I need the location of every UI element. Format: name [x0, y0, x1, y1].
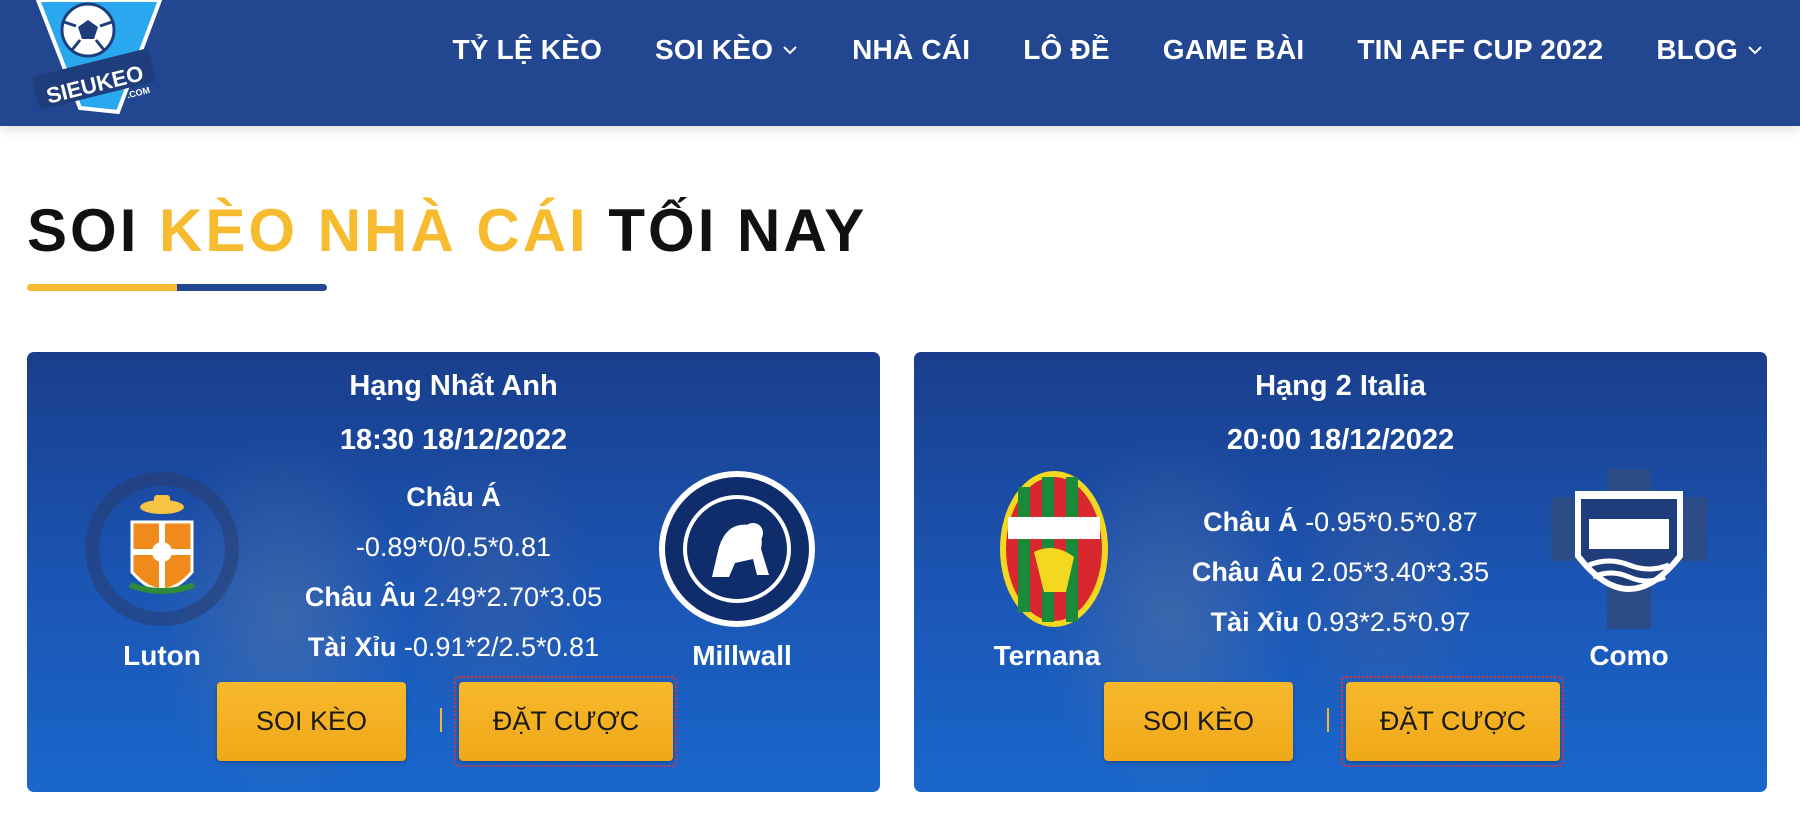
home-team-name: Ternana — [993, 640, 1101, 671]
away-team-name: Como — [1589, 640, 1669, 671]
button-separator — [440, 708, 442, 732]
league-name: Hạng Nhất Anh — [349, 370, 558, 402]
league-name: Hạng 2 Italia — [1255, 370, 1426, 402]
chevron-down-icon — [783, 46, 797, 55]
match-card: Hạng Nhất Anh 18:30 18/12/2022 Châu Á -0… — [27, 352, 880, 792]
soi-keo-button[interactable]: SOI KÈO — [1104, 682, 1293, 761]
dat-cuoc-button[interactable]: ĐẶT CƯỢC — [459, 682, 673, 761]
match-datetime: 20:00 18/12/2022 — [1226, 424, 1455, 456]
title-accent: KÈO NHÀ CÁI — [159, 197, 589, 264]
nav-label: BLOG — [1656, 34, 1738, 65]
nav-item-blog[interactable]: BLOG — [1656, 34, 1764, 66]
away-team-name: Millwall — [692, 640, 792, 671]
luton-town-crest-icon — [85, 472, 239, 626]
section-title: SOI KÈO NHÀ CÁI TỐI NAY — [27, 196, 867, 265]
nav-item-ty-le-keo[interactable]: TỶ LỆ KÈO — [452, 34, 602, 66]
nav-label: TIN AFF CUP 2022 — [1357, 34, 1604, 65]
nav-label: SOI KÈO — [655, 34, 774, 65]
nav-item-lo-de[interactable]: LÔ ĐỀ — [1023, 34, 1110, 66]
home-team-name: Luton — [123, 640, 201, 671]
soi-keo-button[interactable]: SOI KÈO — [217, 682, 406, 761]
site-logo[interactable]: SIEUKEO .COM — [30, 0, 165, 118]
ternana-crest-icon — [1000, 471, 1108, 627]
nav-label: TỶ LỆ KÈO — [452, 34, 603, 65]
match-datetime: 18:30 18/12/2022 — [339, 424, 568, 456]
title-underline — [27, 284, 327, 291]
nav-item-tin-aff-cup[interactable]: TIN AFF CUP 2022 — [1357, 34, 1603, 66]
title-part-1: SOI — [27, 197, 140, 264]
logo-icon: SIEUKEO .COM — [32, 0, 163, 115]
nav-label: GAME BÀI — [1162, 34, 1305, 65]
dat-cuoc-button[interactable]: ĐẶT CƯỢC — [1346, 682, 1560, 761]
site-header: SIEUKEO .COM TỶ LỆ KÈO SOI KÈO NHÀ CÁI L… — [0, 0, 1800, 126]
nav-item-game-bai[interactable]: GAME BÀI — [1163, 34, 1305, 66]
millwall-crest-icon — [659, 471, 815, 627]
button-separator — [1327, 708, 1329, 732]
nav-item-nha-cai[interactable]: NHÀ CÁI — [852, 34, 970, 66]
chevron-down-icon — [1748, 46, 1762, 55]
nav-label: LÔ ĐỀ — [1023, 34, 1110, 65]
match-card: Hạng 2 Italia 20:00 18/12/2022 Châu Á -0… — [914, 352, 1767, 792]
main-nav: TỶ LỆ KÈO SOI KÈO NHÀ CÁI LÔ ĐỀ GAME BÀI… — [399, 34, 1764, 66]
nav-item-soi-keo[interactable]: SOI KÈO — [655, 34, 799, 66]
nav-label: NHÀ CÁI — [852, 34, 971, 65]
title-part-2: TỐI NAY — [608, 197, 868, 264]
como-crest-icon — [1551, 469, 1707, 629]
